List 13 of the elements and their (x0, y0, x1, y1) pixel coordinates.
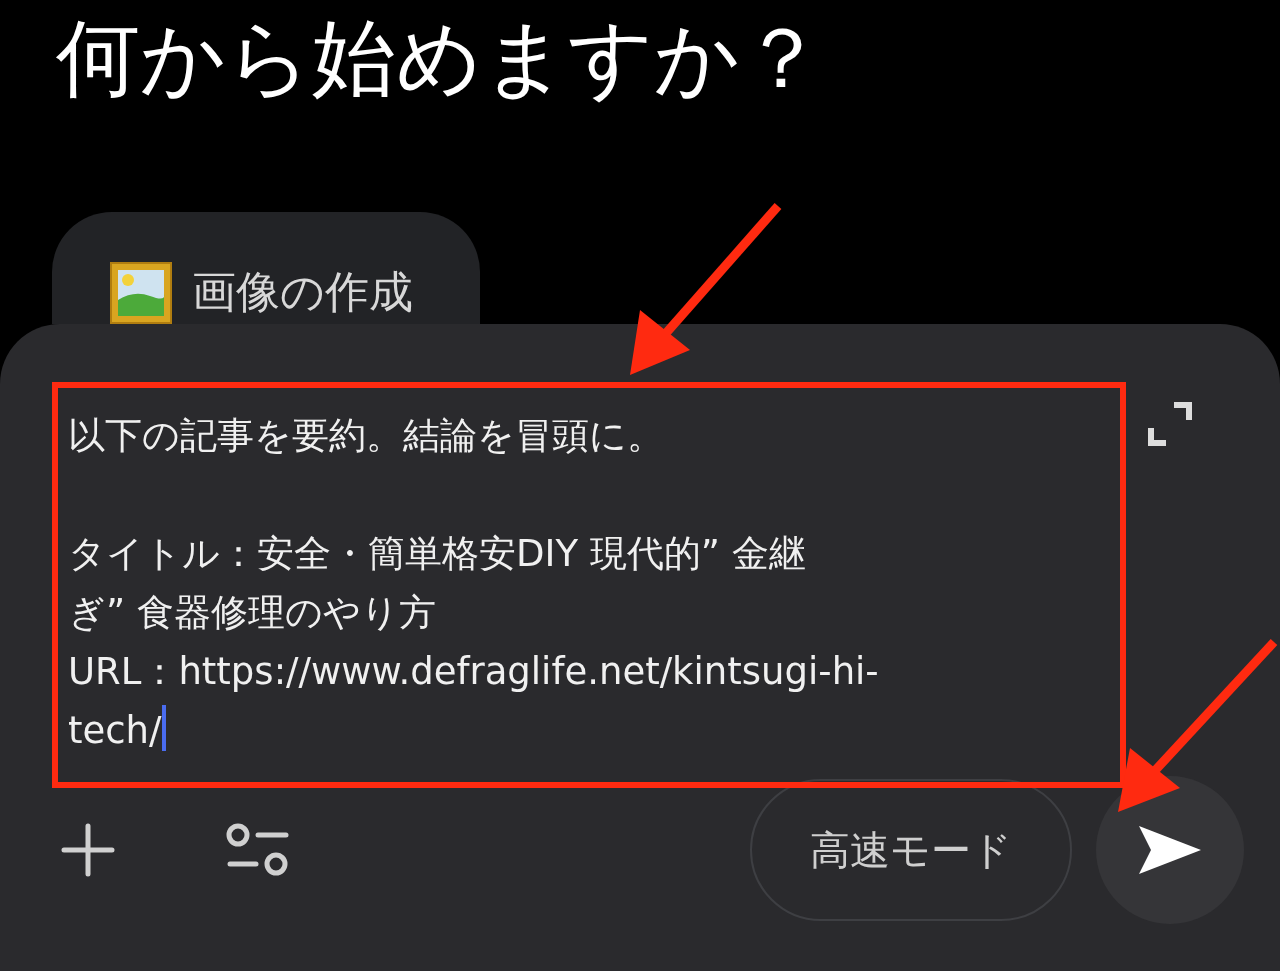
chip-label: 画像の作成 (192, 265, 413, 319)
prompt-text-line: 以下の記事を要約。結論を冒頭に。 (68, 413, 665, 459)
prompt-text-line: URL：https://www.defraglife.net/kintsugi-hi-tech/ (68, 649, 880, 754)
settings-sliders-icon[interactable] (226, 822, 290, 878)
mode-button[interactable]: 高速モード (750, 779, 1072, 921)
plus-icon[interactable] (60, 822, 116, 878)
text-cursor (161, 705, 166, 751)
page-heading: 何から始めますか？ (55, 8, 825, 108)
send-icon (1139, 826, 1201, 874)
prompt-text-line: タイトル：安全・簡単格安DIY 現代的” 金継ぎ” 食器修理のやり方 (68, 531, 807, 636)
framed-picture-icon (110, 262, 172, 324)
expand-icon[interactable] (1148, 402, 1192, 446)
suggestion-chip[interactable]: 画像の作成 (52, 212, 480, 324)
